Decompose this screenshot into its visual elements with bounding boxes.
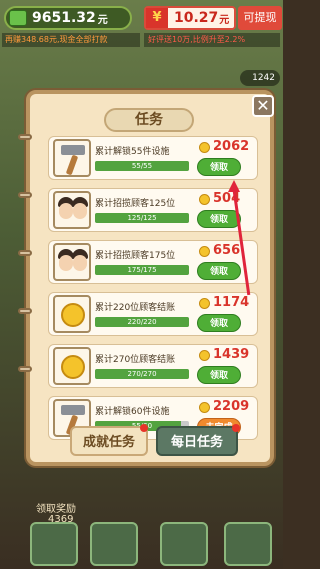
coin-icon xyxy=(199,142,210,153)
tab-achievement-tasks[interactable]: 成就任务 xyxy=(70,426,148,456)
bottom-nav xyxy=(0,520,283,569)
claim-button[interactable]: 领取 xyxy=(197,314,241,332)
money-unit: 元 xyxy=(219,14,230,26)
notification-dot xyxy=(232,424,240,432)
notification-dot xyxy=(140,424,148,432)
money-balance[interactable]: ¥ 10.27 元 xyxy=(144,6,236,30)
reward-value: 656 xyxy=(213,243,241,258)
cash-note: 再赚348.68元,现金全部打款 xyxy=(2,33,140,47)
gold-coin-icon xyxy=(53,347,91,385)
task-label: 累计270位顾客结账 xyxy=(95,355,176,365)
ring-icon xyxy=(18,192,32,198)
cash-unit: 元 xyxy=(97,14,108,26)
nav-button-build[interactable] xyxy=(30,522,78,566)
ring-icon xyxy=(18,308,32,314)
coin-icon xyxy=(199,350,210,361)
progress-bar: 175/175 xyxy=(95,265,189,275)
cash-balance[interactable]: 9651.32 元 xyxy=(4,6,132,30)
reward-value: 1439 xyxy=(213,347,250,362)
reward-value: 2209 xyxy=(213,399,250,414)
coin-icon xyxy=(199,298,210,309)
ring-icon xyxy=(18,366,32,372)
nav-button-more[interactable] xyxy=(224,522,272,566)
hammer-icon xyxy=(53,139,91,177)
gold-coin-icon xyxy=(53,295,91,333)
top-bar: 9651.32 元 再赚348.68元,现金全部打款 ¥ 10.27 元 可提现 好… xyxy=(0,0,283,60)
claim-button[interactable]: 领取 xyxy=(197,262,241,280)
task-label: 累计解锁60件设施 xyxy=(95,407,170,417)
nav-button-tasks[interactable] xyxy=(90,522,138,566)
task-list[interactable]: 累计解锁55件设施 55/55 2062 领取 累计招揽顾客125位 125/1… xyxy=(48,136,258,452)
red-envelope-icon: ¥ xyxy=(146,8,168,28)
reward-claim-label: 领取奖励 xyxy=(36,504,76,515)
tab-daily-tasks[interactable]: 每日任务 xyxy=(156,426,238,456)
claim-button[interactable]: 领取 xyxy=(197,158,241,176)
coin-icon xyxy=(199,402,210,413)
nav-button-recruit[interactable] xyxy=(160,522,208,566)
task-row: 累计220位顾客结账 220/220 1174 领取 xyxy=(48,292,258,336)
task-label: 累计解锁55件设施 xyxy=(95,147,170,157)
customers-icon xyxy=(53,243,91,281)
progress-text: 220/220 xyxy=(127,318,157,326)
progress-text: 55/55 xyxy=(131,162,153,170)
progress-text: 175/175 xyxy=(127,266,157,274)
close-button[interactable]: ✕ xyxy=(252,95,274,117)
coin-icon xyxy=(199,246,210,257)
reward-value: 1174 xyxy=(213,295,250,310)
task-label: 累计220位顾客结账 xyxy=(95,303,176,313)
task-label: 累计招揽顾客175位 xyxy=(95,251,176,261)
claim-button[interactable]: 领取 xyxy=(197,366,241,384)
ring-icon xyxy=(18,250,32,256)
progress-bar: 220/220 xyxy=(95,317,189,327)
reward-value: 2062 xyxy=(213,139,250,154)
progress-bar: 125/125 xyxy=(95,213,189,223)
task-row: 累计招揽顾客175位 175/175 656 领取 xyxy=(48,240,258,284)
money-note: 好评送10万,比例升至2.2% xyxy=(144,33,280,47)
progress-bar: 270/270 xyxy=(95,369,189,379)
side-counter: 1242 xyxy=(240,70,280,86)
progress-text: 270/270 xyxy=(127,370,157,378)
panel-title: 任务 xyxy=(104,108,194,132)
progress-bar: 55/55 xyxy=(95,161,189,171)
withdraw-button[interactable]: 可提现 xyxy=(238,6,282,30)
notebook-rings xyxy=(18,134,36,424)
task-row: 累计招揽顾客125位 125/125 504 领取 xyxy=(48,188,258,232)
customers-icon xyxy=(53,191,91,229)
money-value: 10.27 xyxy=(174,10,219,26)
claim-button[interactable]: 领取 xyxy=(197,210,241,228)
progress-text: 125/125 xyxy=(127,214,157,222)
cash-value: 9651.32 xyxy=(32,10,96,26)
task-row: 累计270位顾客结账 270/270 1439 领取 xyxy=(48,344,258,388)
task-label: 累计招揽顾客125位 xyxy=(95,199,176,209)
cash-icon xyxy=(9,10,27,26)
task-row: 累计解锁55件设施 55/55 2062 领取 xyxy=(48,136,258,180)
coin-icon xyxy=(199,194,210,205)
ring-icon xyxy=(18,134,32,140)
